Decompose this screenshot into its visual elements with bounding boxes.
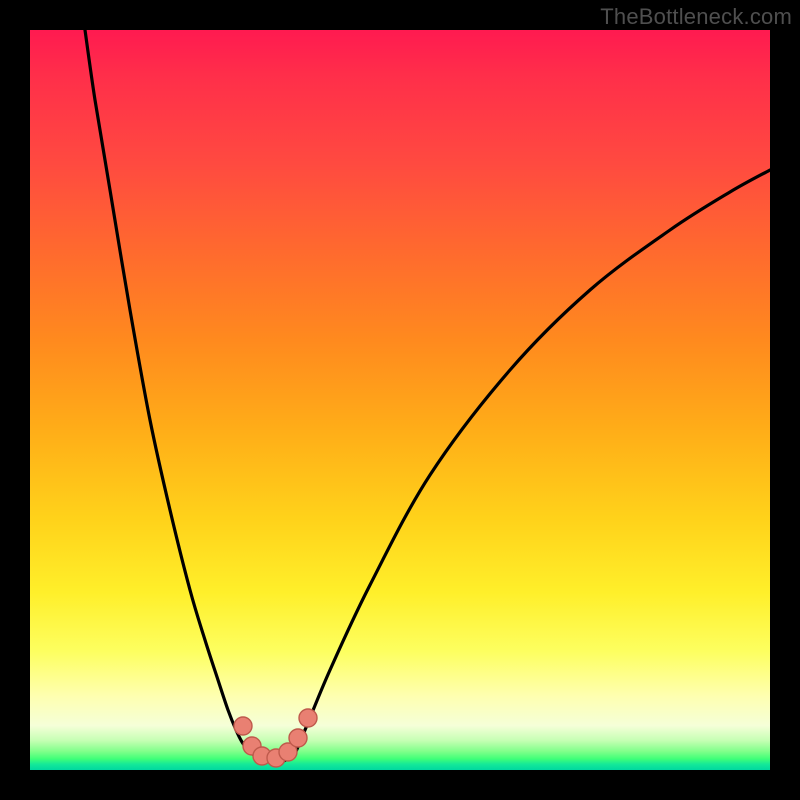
valley-marker-dot bbox=[289, 729, 307, 747]
valley-marker-dot bbox=[279, 743, 297, 761]
valley-markers bbox=[234, 709, 317, 767]
valley-marker-dot bbox=[253, 747, 271, 765]
valley-marker-dot bbox=[299, 709, 317, 727]
chart-frame: TheBottleneck.com bbox=[0, 0, 800, 800]
valley-marker-dot bbox=[243, 737, 261, 755]
plot-area bbox=[30, 30, 770, 770]
watermark-text: TheBottleneck.com bbox=[600, 4, 792, 30]
valley-marker-dot bbox=[234, 717, 252, 735]
valley-marker-dot bbox=[267, 749, 285, 767]
bottleneck-curve bbox=[85, 30, 770, 762]
curve-layer bbox=[30, 30, 770, 770]
